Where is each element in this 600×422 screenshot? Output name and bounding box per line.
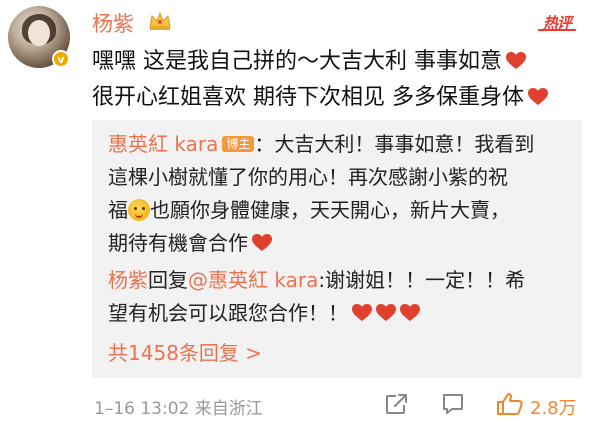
quote-line-2: 這棵小樹就懂了你的用心！再次感謝小紫的祝 xyxy=(108,165,508,189)
reply-thread-box[interactable]: 惠英紅 kara 博主 ：大吉大利！事事如意！我看到 這棵小樹就懂了你的用心！再次感… xyxy=(92,120,582,378)
quote-line-3-pre: 福 xyxy=(108,198,128,222)
replier-link[interactable]: 杨紫 xyxy=(108,268,148,292)
mention-link[interactable]: @惠英紅 kara xyxy=(188,268,318,292)
quote-text: 惠英紅 kara 博主 ：大吉大利！事事如意！我看到 這棵小樹就懂了你的用心！再次感… xyxy=(108,128,578,260)
share-icon[interactable] xyxy=(384,392,410,416)
post-time-location: 1–16 13:02 来自浙江 xyxy=(94,399,263,419)
heart-icon xyxy=(528,88,548,105)
quote-line-3: 福也願你身體健康，天天開心，新片大賣， xyxy=(108,194,578,227)
avatar-face xyxy=(28,20,50,46)
view-replies-link[interactable]: 共1458条回复 > xyxy=(108,337,262,366)
quote-line-1: 惠英紅 kara 博主 ：大吉大利！事事如意！我看到 xyxy=(108,128,578,161)
quote-line-4-text: 期待有機會合作 xyxy=(108,231,248,255)
comment-line-2-text: 很开心红姐喜欢 期待下次相见 多多保重身体 xyxy=(92,85,524,110)
grin-emoji-icon xyxy=(128,199,150,221)
quote-line-3-post: 也願你身體健康，天天開心，新片大賣， xyxy=(150,198,510,222)
heart-icon xyxy=(252,234,272,251)
reply-line-1: 杨紫回复@惠英紅 kara:谢谢姐！！一定！！希 xyxy=(108,264,578,297)
comment-line-1-text: 嘿嘿 这是我自己拼的～大吉大利 事事如意 xyxy=(92,49,502,74)
comment-text: 嘿嘿 这是我自己拼的～大吉大利 事事如意 很开心红姐喜欢 期待下次相见 多多保重… xyxy=(92,44,592,116)
thumbs-up-icon[interactable] xyxy=(496,392,524,416)
quote-line-1-text: ：大吉大利！事事如意！我看到 xyxy=(254,132,535,156)
reply-line-2-text: 望有机会可以跟您合作！！ xyxy=(108,301,348,325)
comment-line-1: 嘿嘿 这是我自己拼的～大吉大利 事事如意 xyxy=(92,44,592,80)
username[interactable]: 杨紫 xyxy=(92,8,134,38)
quote-author-link[interactable]: 惠英紅 kara xyxy=(108,132,218,156)
reply-word: 回复 xyxy=(148,268,188,292)
verified-badge-icon: v xyxy=(52,50,70,68)
quote-line-4: 期待有機會合作 xyxy=(108,227,578,260)
hot-comment-tag: 热评 xyxy=(536,10,578,34)
reply-line-1-text: :谢谢姐！！一定！！希 xyxy=(318,268,526,292)
like-count: 2.8万 xyxy=(530,398,577,419)
comment-line-2: 很开心红姐喜欢 期待下次相见 多多保重身体 xyxy=(92,80,592,116)
heart-icon xyxy=(376,304,396,321)
crown-icon xyxy=(149,11,171,30)
reply-text: 杨紫回复@惠英紅 kara:谢谢姐！！一定！！希 望有机会可以跟您合作！！ xyxy=(108,264,578,330)
heart-icon xyxy=(352,304,372,321)
heart-icon xyxy=(506,52,526,69)
heart-icon xyxy=(400,304,420,321)
comment-icon[interactable] xyxy=(440,392,466,416)
reply-line-2: 望有机会可以跟您合作！！ xyxy=(108,297,578,330)
author-badge: 博主 xyxy=(222,136,255,152)
